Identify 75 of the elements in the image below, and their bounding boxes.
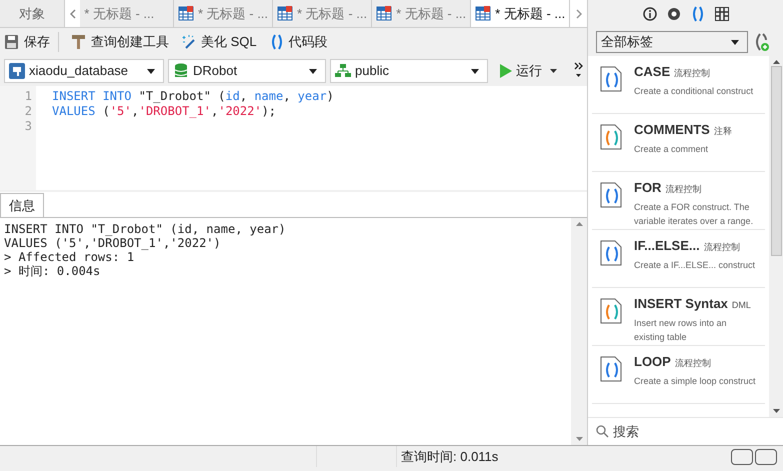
- snippet-tag: 流程控制: [665, 183, 702, 196]
- snippet-icon: [600, 182, 622, 208]
- tab[interactable]: * 无标题 - ...: [471, 0, 570, 27]
- message-line: > Affected rows: 1: [4, 250, 136, 264]
- search-field[interactable]: 搜索: [613, 422, 763, 442]
- schema-icon: [335, 63, 351, 79]
- scrollbar[interactable]: [769, 56, 783, 417]
- line-number: 1: [24, 89, 32, 104]
- scroll-down-icon[interactable]: [576, 437, 582, 441]
- hammer-icon: [71, 34, 87, 50]
- snippet-tag: 注释: [714, 125, 732, 138]
- play-icon: [500, 64, 512, 78]
- run-button[interactable]: 运行: [500, 61, 557, 81]
- scroll-down-icon[interactable]: [772, 409, 780, 413]
- scrollbar[interactable]: [571, 218, 587, 445]
- panel-icon[interactable]: [755, 448, 777, 464]
- snippet-tag: 流程控制: [674, 357, 711, 370]
- save-icon: [4, 34, 20, 50]
- message-line: INSERT INTO "T_Drobot" (id, name, year): [4, 222, 287, 236]
- snippet-tag: DML: [732, 299, 751, 312]
- message-line: VALUES ('5','DROBOT_1','2022'): [4, 236, 222, 250]
- select-field[interactable]: public: [330, 59, 488, 83]
- snippet-title[interactable]: IF...ELSE...: [634, 236, 700, 256]
- query-time: 查询时间: 0.011s: [401, 448, 498, 466]
- snippet-icon: [600, 124, 622, 150]
- search-icon: [596, 425, 609, 438]
- scroll-up-icon[interactable]: [772, 60, 780, 64]
- snippet-title[interactable]: FOR: [634, 178, 662, 198]
- line-number: 3: [24, 119, 32, 134]
- tab[interactable]: * 无标题 - ...: [80, 0, 174, 27]
- wand-icon: [181, 34, 197, 50]
- select-field[interactable]: DRobot: [168, 59, 326, 83]
- caret-icon: [731, 40, 739, 44]
- snippet-icon: [600, 66, 622, 92]
- database-icon: [173, 63, 189, 79]
- snippet-icon: [600, 356, 622, 382]
- caret-icon: [147, 68, 155, 74]
- snippet-title[interactable]: CASE: [634, 62, 670, 82]
- select-field[interactable]: xiaodu_database: [4, 59, 164, 83]
- toolbar-button[interactable]: 代码段: [268, 32, 328, 52]
- snippet-description: Create a comment: [634, 142, 710, 156]
- caret-icon: [550, 69, 557, 73]
- toolbar-button[interactable]: 美化 SQL: [181, 32, 257, 52]
- info-icon: [642, 7, 656, 21]
- snippet-tag: 流程控制: [674, 67, 710, 80]
- toolbar-button[interactable]: 保存: [4, 32, 59, 52]
- snippet-icon: [600, 240, 622, 266]
- braces-icon: [690, 6, 704, 22]
- panel-icon[interactable]: [731, 448, 753, 464]
- filter-select[interactable]: 全部标签: [596, 31, 748, 53]
- snippet-description: Create a FOR construct. The variable iterates over a range.: [634, 200, 754, 228]
- snippet-description: Insert new rows into an existing table: [634, 316, 728, 344]
- code-line: INSERT INTO "T_Drobot" (id, name, year): [52, 89, 334, 103]
- tab[interactable]: * 无标题 - ...: [372, 0, 472, 27]
- code-line: VALUES ('5','DROBOT_1','2022');: [52, 104, 276, 118]
- scroll-up-icon[interactable]: [576, 222, 582, 226]
- snippet-title[interactable]: COMMENTS: [634, 120, 710, 140]
- snippet-icon: [600, 298, 622, 324]
- tab[interactable]: 信息: [0, 193, 44, 217]
- tab[interactable]: * 无标题 - ...: [273, 0, 372, 27]
- caret-icon: [309, 68, 317, 74]
- snippet-title[interactable]: LOOP: [634, 352, 671, 372]
- snippet-tag: 流程控制: [704, 241, 740, 254]
- snippet-description: Create a IF...ELSE... construct: [634, 258, 756, 272]
- line-number: 2: [24, 104, 32, 119]
- toolbar-button[interactable]: 查询创建工具: [71, 32, 169, 52]
- layout-icon: [714, 7, 728, 21]
- snippet-description: Create a conditional construct: [634, 84, 754, 98]
- snippet-title[interactable]: INSERT Syntax: [634, 294, 728, 314]
- message-line: > 时间: 0.004s: [4, 264, 102, 278]
- snippet-description: Create a simple loop construct: [634, 374, 757, 388]
- tab[interactable]: * 无标题 - ...: [174, 0, 274, 27]
- chevron-left-icon: [70, 8, 76, 18]
- caret-icon: [471, 68, 479, 74]
- chevron-right-icon: [576, 8, 582, 18]
